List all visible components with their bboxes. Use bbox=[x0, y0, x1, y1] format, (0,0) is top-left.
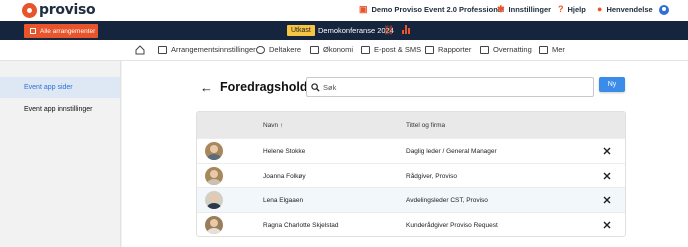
help-menu[interactable]: ? Hjelp bbox=[558, 4, 586, 14]
speaker-name: Ragna Charlotte Skjelstad bbox=[263, 221, 339, 229]
nav-label: E-post & SMS bbox=[374, 45, 422, 54]
logo-mark-icon bbox=[22, 2, 37, 18]
calendar-icon bbox=[30, 28, 36, 34]
delete-icon[interactable] bbox=[601, 219, 613, 231]
nav-item-participants[interactable]: Deltakere bbox=[256, 45, 301, 54]
bed-icon bbox=[480, 45, 489, 54]
settings-menu[interactable]: ✱ Innstillinger bbox=[497, 4, 551, 15]
column-header-name-label: Navn bbox=[263, 122, 279, 129]
search-box[interactable] bbox=[306, 77, 594, 97]
nav-label: Overnatting bbox=[493, 45, 532, 54]
help-label: Hjelp bbox=[567, 4, 586, 14]
event-bar: Alle arrangementer Utkast Demokonferanse… bbox=[0, 21, 688, 40]
nav-label: Deltakere bbox=[269, 45, 302, 54]
speaker-title: Kunderådgiver Proviso Request bbox=[406, 221, 498, 229]
delete-icon[interactable] bbox=[601, 145, 613, 157]
main-nav: Arrangementsinnstillinger Deltakere Økon… bbox=[0, 40, 688, 61]
main-content: ← Foredragsholdere Ny Navn ↑ Tittel og f… bbox=[122, 61, 688, 247]
inquiry-menu[interactable]: ● Henvendelse bbox=[597, 4, 653, 14]
status-badge: Utkast bbox=[287, 25, 315, 36]
nav-item-economy[interactable]: Økonomi bbox=[310, 45, 353, 54]
nav-label: Økonomi bbox=[323, 45, 354, 54]
product-menu[interactable]: ▣ Demo Proviso Event 2.0 Professional bbox=[359, 4, 504, 15]
column-header-title: Tittel og firma bbox=[406, 122, 446, 129]
mail-icon bbox=[361, 45, 370, 54]
speaker-title: Avdelingsleder CST, Proviso bbox=[406, 197, 488, 204]
top-bar: proviso ▣ Demo Proviso Event 2.0 Profess… bbox=[0, 0, 688, 21]
report-icon bbox=[425, 45, 434, 54]
table-row[interactable]: Ragna Charlotte Skjelstad Kunderådgiver … bbox=[197, 211, 625, 237]
speaker-photo bbox=[205, 191, 223, 209]
speaker-title: Daglig leder / General Manager bbox=[406, 148, 497, 155]
bell-icon: ● bbox=[597, 4, 603, 14]
all-events-label: Alle arrangementer bbox=[40, 27, 96, 35]
money-icon bbox=[310, 45, 319, 54]
briefcase-icon: ▣ bbox=[359, 4, 368, 14]
nav-item-event-settings[interactable]: Arrangementsinnstillinger bbox=[158, 45, 256, 54]
new-button[interactable]: Ny bbox=[599, 77, 625, 92]
logo-text: proviso bbox=[39, 2, 96, 18]
nav-item-more[interactable]: Mer bbox=[539, 45, 565, 54]
help-icon: ? bbox=[558, 4, 564, 14]
link-icon[interactable]: ⛓ bbox=[383, 25, 394, 36]
settings-list-icon bbox=[158, 45, 167, 54]
nav-item-reports[interactable]: Rapporter bbox=[425, 45, 471, 54]
home-icon[interactable] bbox=[135, 45, 145, 55]
stats-icon[interactable] bbox=[402, 25, 410, 34]
table-row[interactable]: Helene Stokke Daglig leder / General Man… bbox=[197, 138, 625, 163]
sidebar-item-app-pages[interactable]: Event app sider bbox=[0, 77, 120, 98]
speaker-name: Lena Elgaaen bbox=[263, 197, 304, 204]
speakers-table: Navn ↑ Tittel og firma Helene Stokke Dag… bbox=[196, 111, 626, 237]
table-row[interactable]: Lena Elgaaen Avdelingsleder CST, Proviso bbox=[197, 187, 625, 212]
nav-item-accommodation[interactable]: Overnatting bbox=[480, 45, 532, 54]
nav-item-email-sms[interactable]: E-post & SMS bbox=[361, 45, 421, 54]
user-avatar[interactable] bbox=[659, 5, 669, 15]
table-header: Navn ↑ Tittel og firma bbox=[197, 112, 625, 138]
product-label: Demo Proviso Event 2.0 Professional bbox=[371, 5, 505, 14]
delete-icon[interactable] bbox=[601, 194, 613, 206]
sidebar-item-app-settings[interactable]: Event app innstillinger bbox=[0, 99, 120, 120]
speaker-name: Joanna Folkøy bbox=[263, 172, 306, 180]
back-arrow-icon[interactable]: ← bbox=[200, 80, 213, 95]
speaker-photo bbox=[205, 215, 223, 234]
settings-label: Innstillinger bbox=[508, 5, 552, 14]
table-row[interactable]: Joanna Folkøy Rådgiver, Proviso bbox=[197, 162, 625, 188]
sidebar: Event app sider Event app innstillinger bbox=[0, 61, 121, 247]
gear-icon: ✱ bbox=[497, 4, 505, 14]
delete-icon[interactable] bbox=[601, 170, 613, 182]
grid-icon bbox=[539, 45, 548, 54]
search-input[interactable] bbox=[323, 82, 573, 92]
speaker-photo bbox=[205, 166, 223, 185]
logo[interactable]: proviso bbox=[22, 2, 96, 18]
all-events-button[interactable]: Alle arrangementer bbox=[24, 24, 98, 38]
speaker-title: Rådgiver, Proviso bbox=[406, 172, 457, 180]
people-icon bbox=[256, 45, 265, 54]
speaker-photo bbox=[205, 142, 223, 160]
nav-label: Rapporter bbox=[438, 45, 472, 54]
inquiry-label: Henvendelse bbox=[606, 4, 653, 14]
nav-label: Arrangementsinnstillinger bbox=[171, 45, 256, 54]
search-icon bbox=[311, 82, 320, 92]
nav-label: Mer bbox=[552, 45, 565, 54]
column-header-name[interactable]: Navn ↑ bbox=[263, 122, 283, 129]
speaker-name: Helene Stokke bbox=[263, 148, 306, 155]
sort-up-arrow-icon: ↑ bbox=[280, 122, 284, 129]
